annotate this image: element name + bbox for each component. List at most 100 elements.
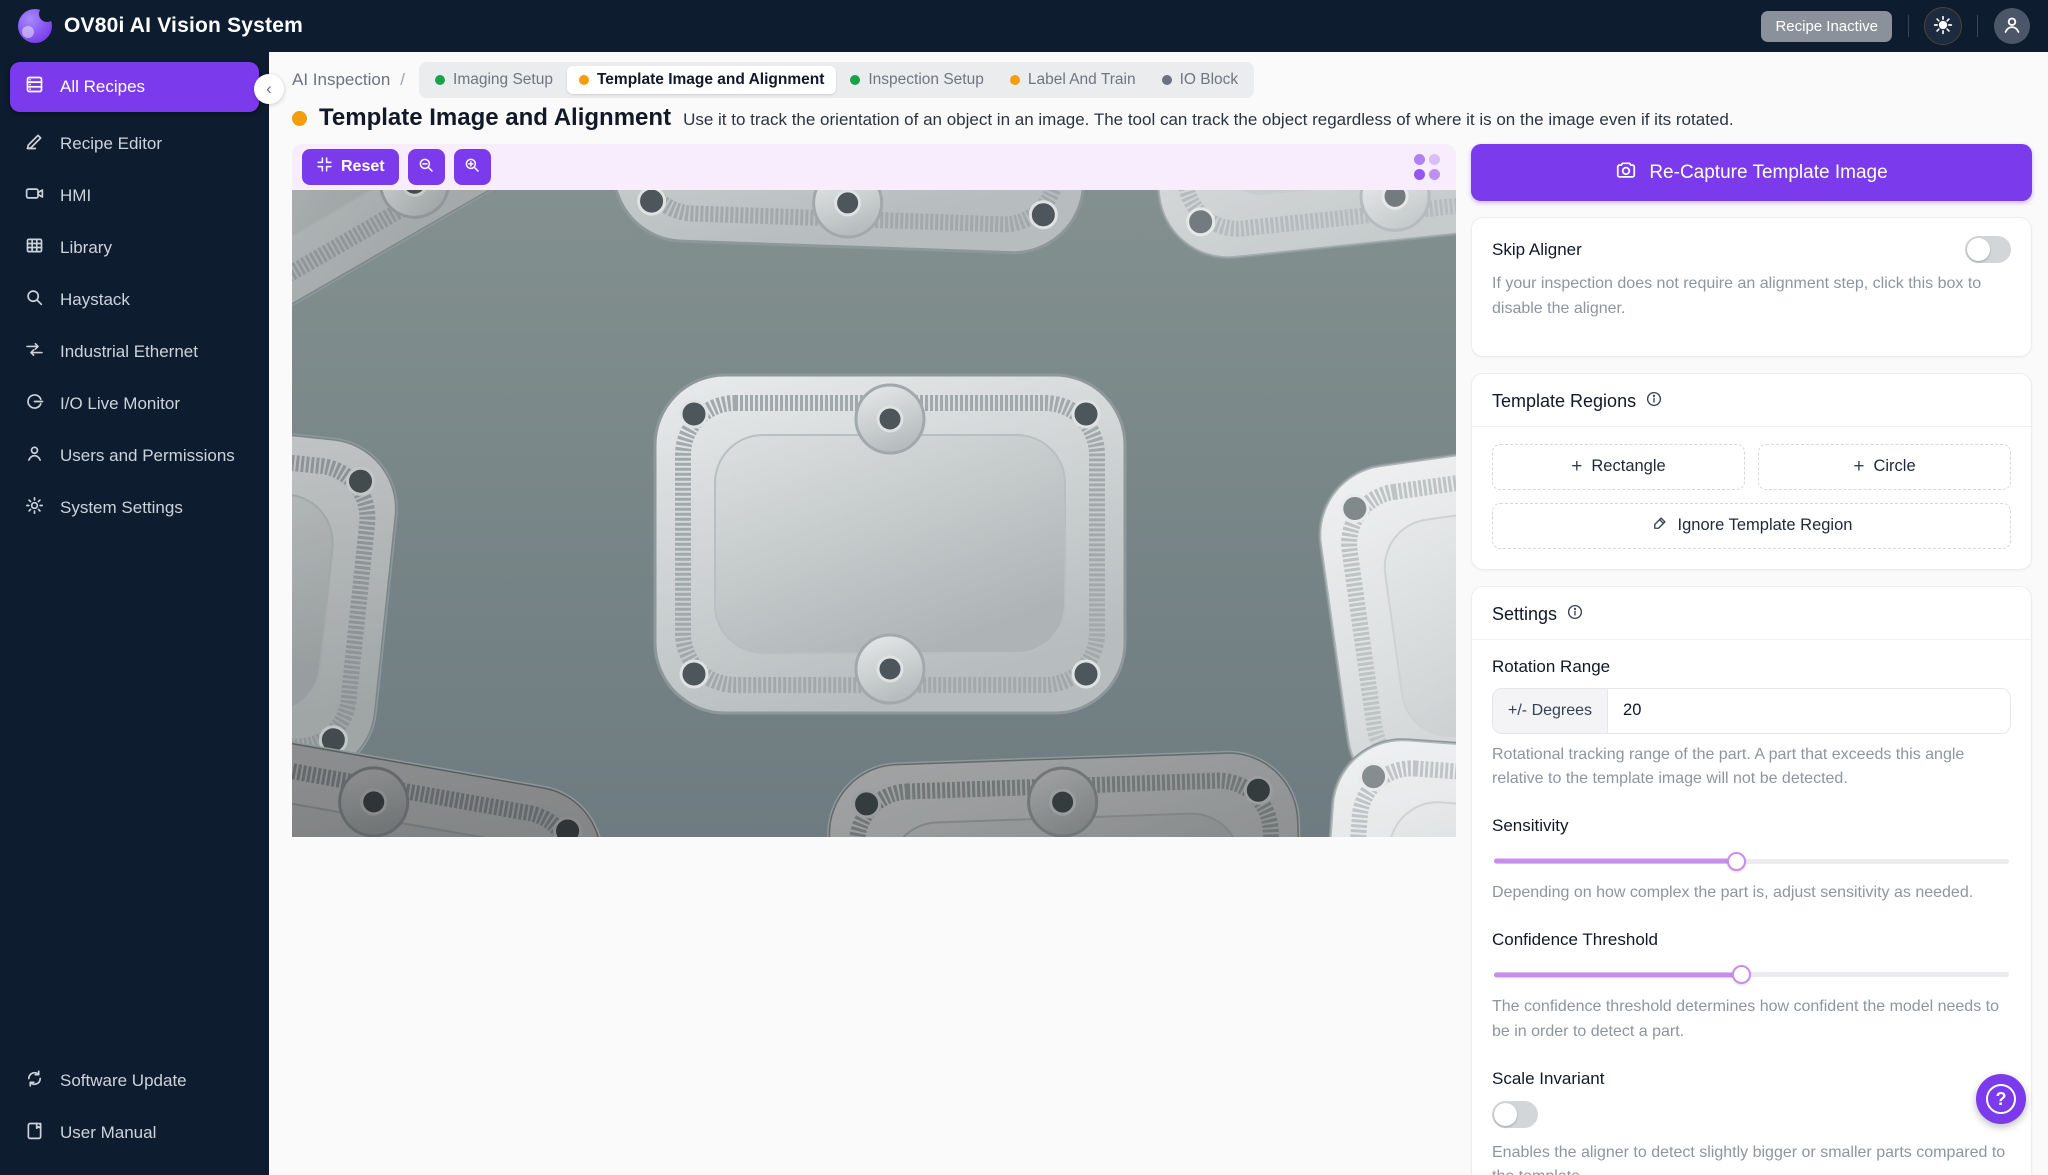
step-io-block[interactable]: IO Block [1150,66,1251,94]
sidebar-item-label: User Manual [60,1123,157,1142]
top-bar: OV80i AI Vision System Recipe Inactive [0,0,2048,52]
rotation-range-description: Rotational tracking range of the part. A… [1492,745,1965,788]
scale-invariant-label: Scale Invariant [1492,1068,1605,1088]
step-status-dot [1161,75,1172,85]
sensitivity-slider[interactable] [1494,850,2009,872]
person-icon [2001,14,2023,39]
sidebar-item-label: HMI [60,186,92,205]
info-icon[interactable] [1645,390,1663,413]
skip-aligner-card: Skip Aligner If your inspection does not… [1471,217,2032,357]
canvas-column: Reset [292,144,1456,837]
recipes-icon [24,74,45,100]
rectangle-label: Rectangle [1591,457,1666,476]
sidebar-collapse-button[interactable]: ‹ [254,74,284,104]
reset-view-button[interactable]: Reset [302,149,399,185]
confidence-threshold-label: Confidence Threshold [1492,929,1659,949]
step-template-image-alignment[interactable]: Template Image and Alignment [566,66,837,94]
settings-title: Settings [1492,603,1558,624]
rotation-range-input[interactable] [1608,688,2010,733]
step-label: IO Block [1179,71,1239,88]
confidence-threshold-slider[interactable] [1494,964,2009,986]
sensitivity-group: Sensitivity Depending on how complex the… [1492,816,2011,906]
video-camera-icon [24,183,45,209]
zoom-in-button[interactable] [453,149,491,185]
sidebar-item-label: Users and Permissions [60,446,235,465]
zoom-out-button[interactable] [407,149,445,185]
confidence-threshold-slider-thumb[interactable] [1732,965,1752,985]
step-status-dot [435,75,446,85]
scale-invariant-description: Enables the aligner to detect slightly b… [1492,1143,2006,1175]
zoom-out-icon [417,156,435,179]
sidebar-item-label: Software Update [60,1071,187,1090]
sidebar-item-library[interactable]: Library [10,222,259,274]
theme-toggle-button[interactable] [1924,7,1962,45]
plus-icon: + [1571,456,1583,478]
sidebar-item-io-live-monitor[interactable]: I/O Live Monitor [10,378,259,430]
page-subtitle: Use it to track the orientation of an ob… [683,110,1734,129]
sidebar-item-system-settings[interactable]: System Settings [10,482,259,534]
skip-aligner-label: Skip Aligner [1492,239,1582,259]
book-icon [24,1120,45,1146]
add-rectangle-region-button[interactable]: + Rectangle [1492,443,1745,490]
page-status-dot [292,110,307,126]
help-button[interactable]: ? [1976,1074,2026,1124]
template-image [292,190,1456,837]
ignore-template-region-button[interactable]: Ignore Template Region [1492,502,2011,549]
processing-indicator [1414,154,1440,180]
step-imaging-setup[interactable]: Imaging Setup [423,66,565,94]
sidebar-item-label: Recipe Editor [60,134,163,153]
step-label-and-train[interactable]: Label And Train [998,66,1148,94]
template-image-canvas[interactable] [292,190,1456,837]
divider [1977,15,1978,37]
sidebar-item-hmi[interactable]: HMI [10,170,259,222]
rotation-range-label: Rotation Range [1492,656,1611,676]
app-logo-icon [18,6,55,43]
recapture-template-button[interactable]: Re-Capture Template Image [1471,144,2032,201]
template-regions-title: Template Regions [1492,390,1637,411]
circle-label: Circle [1873,457,1916,476]
template-regions-card: Template Regions + Rectangle + Circle Ig… [1471,372,2032,570]
breadcrumb-separator: / [400,70,406,89]
sidebar: All Recipes Recipe Editor HMI Library Ha… [0,52,269,1175]
step-status-dot [1009,75,1020,85]
recipe-status-badge: Recipe Inactive [1761,10,1892,42]
main-content: AI Inspection / Imaging Setup Template I… [269,52,2048,1175]
marker-pen-icon [1651,514,1669,537]
scale-invariant-toggle[interactable] [1492,1100,1538,1128]
sensitivity-description: Depending on how complex the part is, ad… [1492,884,1974,902]
skip-aligner-toggle[interactable] [1965,236,2011,263]
gear-icon [24,495,45,521]
divider [1908,15,1909,37]
sidebar-item-label: System Settings [60,498,183,517]
degrees-prefix: +/- Degrees [1493,688,1609,733]
sidebar-item-users-permissions[interactable]: Users and Permissions [10,430,259,482]
step-label: Inspection Setup [868,71,984,88]
sidebar-item-label: I/O Live Monitor [60,394,180,413]
ethernet-arrows-icon [24,339,45,365]
breadcrumb-root[interactable]: AI Inspection [292,70,390,90]
sidebar-footer: Software Update User Manual [10,1055,259,1159]
step-inspection-setup[interactable]: Inspection Setup [838,66,995,94]
sidebar-item-label: Library [60,238,112,257]
step-label: Label And Train [1027,71,1136,88]
step-status-dot [578,75,589,85]
zoom-in-icon [463,156,481,179]
topbar-actions: Recipe Inactive [1761,7,2030,45]
brand: OV80i AI Vision System [18,6,303,43]
sidebar-item-recipe-editor[interactable]: Recipe Editor [10,118,259,170]
sidebar-item-label: Haystack [60,290,130,309]
sidebar-item-user-manual[interactable]: User Manual [10,1107,259,1159]
sensitivity-slider-thumb[interactable] [1727,851,1747,871]
workflow-steps: Imaging Setup Template Image and Alignme… [419,62,1255,98]
user-avatar-button[interactable] [1994,8,2030,44]
sidebar-item-haystack[interactable]: Haystack [10,274,259,326]
plus-icon: + [1853,456,1865,478]
info-icon[interactable] [1566,603,1584,626]
aligner-settings-card: Settings Rotation Range +/- Degrees 20 R… [1471,585,2032,1175]
sidebar-item-software-update[interactable]: Software Update [10,1055,259,1107]
canvas-toolbar: Reset [292,144,1456,190]
step-label: Imaging Setup [453,71,553,88]
add-circle-region-button[interactable]: + Circle [1758,443,2011,490]
sidebar-item-all-recipes[interactable]: All Recipes [10,62,259,112]
sidebar-item-industrial-ethernet[interactable]: Industrial Ethernet [10,326,259,378]
